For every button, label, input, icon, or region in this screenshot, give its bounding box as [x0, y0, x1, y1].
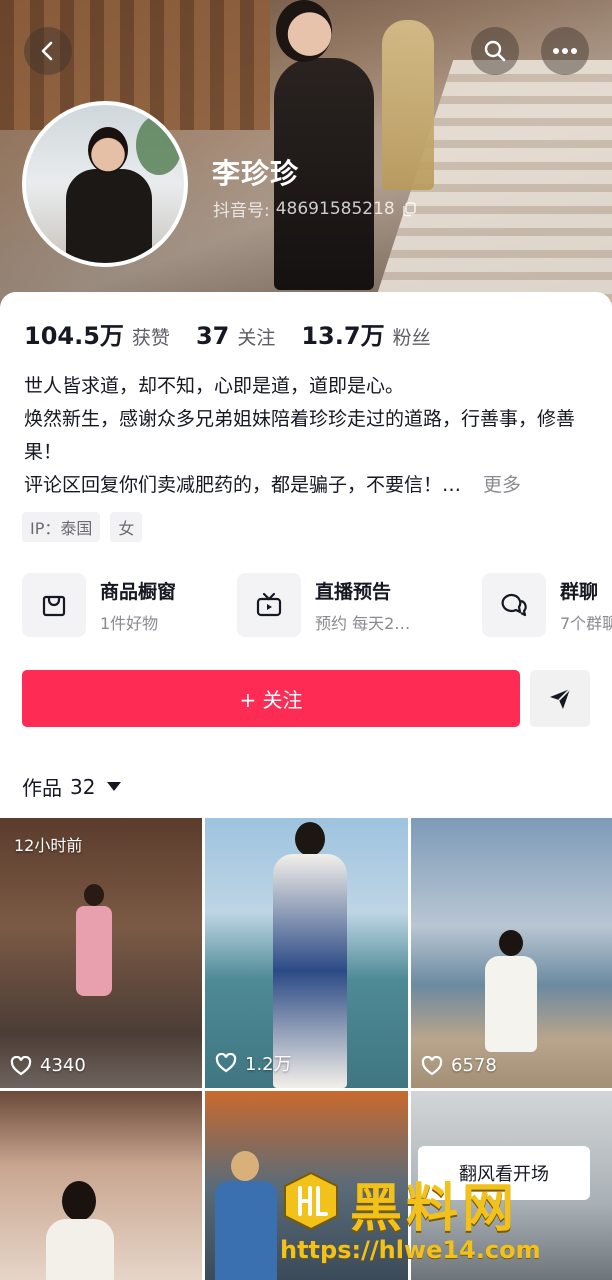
watermark-url: https://hlwe14.com: [280, 1236, 541, 1264]
like-count-value: 1.2万: [245, 1054, 292, 1075]
stat-likes[interactable]: 104.5万 获赞: [24, 316, 170, 351]
shortcut-subtitle: 7个群聊: [560, 613, 612, 633]
shortcut-subtitle: 1件好物: [100, 613, 159, 633]
follow-button[interactable]: + 关注: [22, 670, 520, 727]
video-thumbnail[interactable]: [0, 1091, 202, 1280]
thumbnail-person: [481, 930, 541, 1060]
like-count-value: 6578: [451, 1055, 497, 1076]
stat-following[interactable]: 37 关注: [196, 322, 275, 350]
stat-label: 关注: [237, 327, 276, 349]
video-thumbnail[interactable]: 1.2万: [205, 818, 408, 1088]
banner-person: [270, 0, 380, 290]
time-badge: 12小时前: [14, 836, 83, 855]
tab-works[interactable]: 作品 32: [22, 772, 122, 801]
send-icon: [550, 687, 571, 709]
thumbnail-person: [74, 884, 114, 1004]
thumbnail-person: [211, 1151, 281, 1280]
banner-statue: [382, 20, 434, 190]
search-icon: [484, 40, 506, 62]
bag-icon: [22, 573, 86, 637]
shortcut-shop-window[interactable]: 商品橱窗 1件好物: [22, 572, 176, 638]
bio-line: 世人皆求道，却不知，心即是道，道即是心。: [24, 375, 405, 397]
bio-line-last: 评论区回复你们卖减肥药的，都是骗子，不要信！… 更多: [24, 469, 594, 502]
more-button[interactable]: [541, 27, 589, 75]
profile-tags: IP：泰国 女: [22, 512, 143, 542]
shortcut-title: 群聊: [560, 580, 599, 603]
bio[interactable]: 世人皆求道，却不知，心即是道，道即是心。 焕然新生，感谢众多兄弟姐妹陪着珍珍走过…: [24, 370, 594, 502]
heart-icon: [215, 1053, 237, 1073]
shortcut-subtitle: 预约 每天2…: [315, 613, 411, 633]
profile-name: 李珍珍: [212, 157, 300, 190]
back-button[interactable]: [24, 27, 72, 75]
watermark-logo-icon: [284, 1171, 338, 1231]
works-label: 作品: [22, 776, 62, 800]
ip-location-tag: IP：泰国: [22, 512, 101, 542]
like-count: 6578: [421, 1055, 497, 1076]
video-thumbnail[interactable]: 12小时前 4340: [0, 818, 202, 1088]
share-button[interactable]: [530, 670, 590, 727]
shortcut-row: 商品橱窗 1件好物 直播预告 预约 每天2… 群聊 7个群聊: [22, 572, 612, 642]
more-dots-icon: [553, 48, 577, 54]
like-count: 4340: [10, 1055, 86, 1076]
like-count: 1.2万: [215, 1050, 292, 1076]
video-thumbnail[interactable]: 6578: [411, 818, 612, 1088]
shortcut-live-preview[interactable]: 直播预告 预约 每天2…: [237, 572, 410, 638]
gender-tag: 女: [110, 512, 143, 542]
douyin-id-value: 48691585218: [275, 198, 395, 219]
search-button[interactable]: [471, 27, 519, 75]
chevron-left-icon: [41, 41, 53, 61]
bio-line: 焕然新生，感谢众多兄弟姐妹陪着珍珍走过的道路，行善事，修善果！: [24, 408, 576, 463]
tv-icon: [237, 573, 301, 637]
thumbnail-person: [40, 1181, 120, 1280]
stat-label: 粉丝: [392, 327, 431, 349]
stat-number: 13.7万: [301, 322, 385, 350]
stat-label: 获赞: [131, 327, 170, 349]
chat-icon: [482, 573, 546, 637]
profile-card: 104.5万 获赞 37 关注 13.7万 粉丝 世人皆求道，却不知，心即是道，…: [0, 292, 612, 1280]
site-watermark: 黑料网 https://hlwe14.com: [280, 1166, 612, 1280]
stat-number: 104.5万: [24, 322, 124, 350]
caret-down-icon[interactable]: [107, 782, 122, 791]
shortcut-title: 商品橱窗: [100, 580, 177, 603]
heart-icon: [10, 1055, 32, 1075]
like-count-value: 4340: [40, 1055, 86, 1076]
stat-followers[interactable]: 13.7万 粉丝: [301, 316, 430, 351]
shortcut-group-chat[interactable]: 群聊 7个群聊: [482, 572, 612, 638]
bio-line: 评论区回复你们卖减肥药的，都是骗子，不要信！…: [24, 474, 462, 496]
bio-more-link[interactable]: 更多: [483, 474, 521, 496]
stats-row: 104.5万 获赞 37 关注 13.7万 粉丝: [24, 316, 457, 351]
heart-icon: [421, 1055, 443, 1075]
works-count: 32: [70, 774, 96, 799]
copy-icon[interactable]: [401, 201, 417, 217]
watermark-text: 黑料网: [350, 1179, 519, 1239]
douyin-id[interactable]: 抖音号: 48691585218: [213, 196, 417, 221]
thumbnail-person: [265, 822, 355, 1088]
douyin-id-label: 抖音号:: [213, 201, 270, 221]
avatar[interactable]: [22, 101, 188, 267]
stat-number: 37: [195, 322, 230, 350]
shortcut-title: 直播预告: [315, 580, 392, 603]
